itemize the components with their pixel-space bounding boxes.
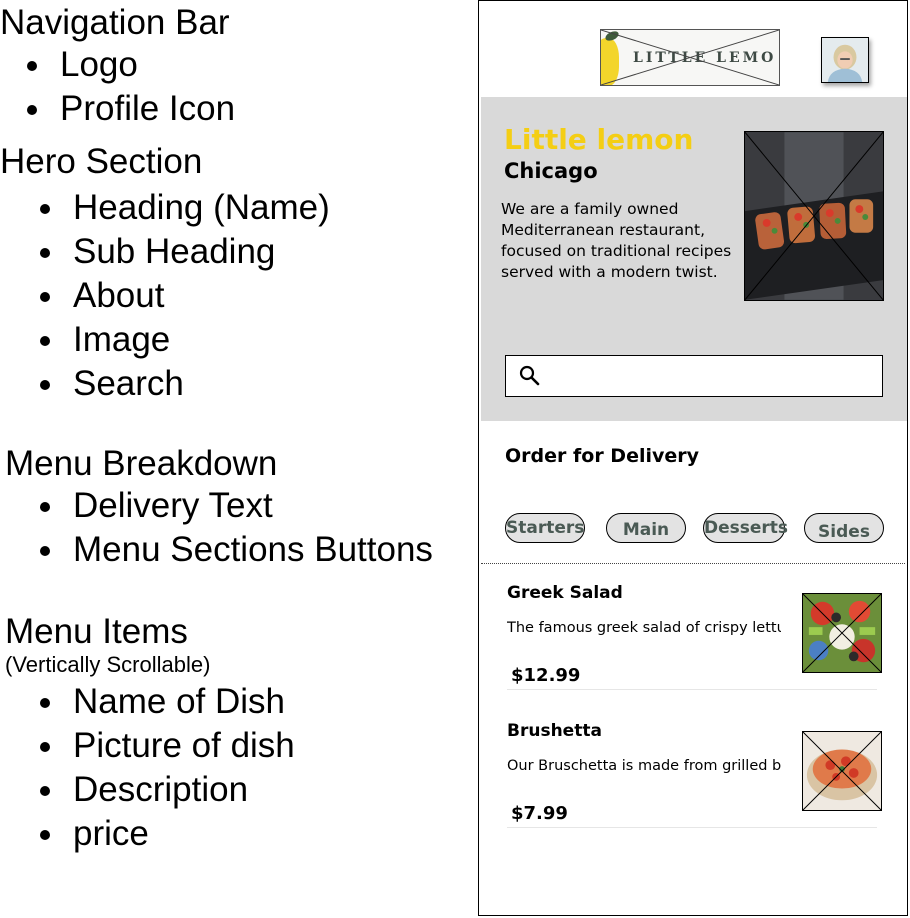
dish-price: $12.99: [511, 665, 581, 686]
annotation-bullet: Search: [0, 362, 470, 406]
logo[interactable]: LITTLE LEMO: [600, 29, 780, 86]
annotation-panel: Navigation Bar Logo Profile Icon Hero Se…: [0, 0, 470, 918]
hero-about: We are a family owned Mediterranean rest…: [501, 200, 732, 281]
item-divider: [507, 827, 877, 828]
dish-image: [802, 731, 882, 811]
hero-heading: Little lemon: [504, 123, 694, 156]
menu-item[interactable]: Brushetta Our Bruschetta is made from gr…: [507, 721, 882, 831]
placeholder-cross-icon: [601, 30, 779, 85]
annotation-title: Menu Items: [5, 612, 188, 651]
annotation-bullet: Picture of dish: [0, 724, 475, 768]
dish-name: Greek Salad: [507, 583, 623, 603]
dish-name: Brushetta: [507, 721, 602, 741]
greek-salad-image: [803, 594, 881, 672]
section-button-starters[interactable]: Starters: [505, 513, 585, 543]
dish-description: Our Bruschetta is made from grilled brea…: [507, 758, 781, 774]
annotation-bullet: Menu Sections Buttons: [0, 528, 475, 572]
annotation-subtitle: (Vertically Scrollable): [5, 652, 211, 677]
item-divider: [507, 689, 877, 690]
menu-item[interactable]: Greek Salad The famous greek salad of cr…: [507, 583, 882, 693]
hero-section: Little lemon Chicago We are a family own…: [481, 97, 907, 421]
annotation-bullet: Name of Dish: [0, 680, 475, 724]
phone-wireframe: LITTLE LEMO Little lemon Chicago We are …: [478, 0, 908, 916]
annotation-bullet: Description: [0, 768, 475, 812]
dish-image: [802, 593, 882, 673]
hero-subheading: Chicago: [504, 159, 598, 183]
annotation-bullet: Image: [0, 318, 470, 362]
dish-price: $7.99: [511, 803, 568, 824]
bruschetta-plate-image: [745, 132, 883, 300]
bruschetta-image: [803, 732, 881, 810]
annotation-bullet: Sub Heading: [0, 230, 470, 274]
annotation-navigation: Navigation Bar Logo Profile Icon: [0, 3, 470, 131]
section-divider: [481, 563, 905, 564]
hero-image: [744, 131, 884, 301]
annotation-bullet: Logo: [0, 43, 470, 87]
search-input[interactable]: [505, 355, 883, 397]
annotation-bullet: price: [0, 812, 475, 856]
annotation-bullet: Delivery Text: [0, 484, 475, 528]
annotation-title: Menu Breakdown: [5, 444, 278, 483]
annotation-bullet: Profile Icon: [0, 87, 470, 131]
annotation-menu-items: Menu Items (Vertically Scrollable) Name …: [5, 612, 475, 856]
annotation-title: Navigation Bar: [0, 3, 230, 42]
profile-icon: [822, 38, 868, 82]
annotation-bullet: About: [0, 274, 470, 318]
section-button-sides[interactable]: Sides: [804, 513, 884, 543]
section-button-main[interactable]: Main: [606, 513, 686, 543]
annotation-bullet: Heading (Name): [0, 186, 470, 230]
annotation-title: Hero Section: [0, 142, 203, 181]
delivery-heading: Order for Delivery: [505, 445, 700, 467]
annotation-hero: Hero Section Heading (Name) Sub Heading …: [0, 142, 470, 406]
dish-description: The famous greek salad of crispy lettuce…: [507, 620, 781, 636]
annotation-menu-breakdown: Menu Breakdown Delivery Text Menu Sectio…: [5, 444, 475, 572]
profile-avatar[interactable]: [821, 37, 869, 83]
search-icon: [519, 365, 540, 386]
section-button-desserts[interactable]: Desserts: [703, 513, 788, 543]
